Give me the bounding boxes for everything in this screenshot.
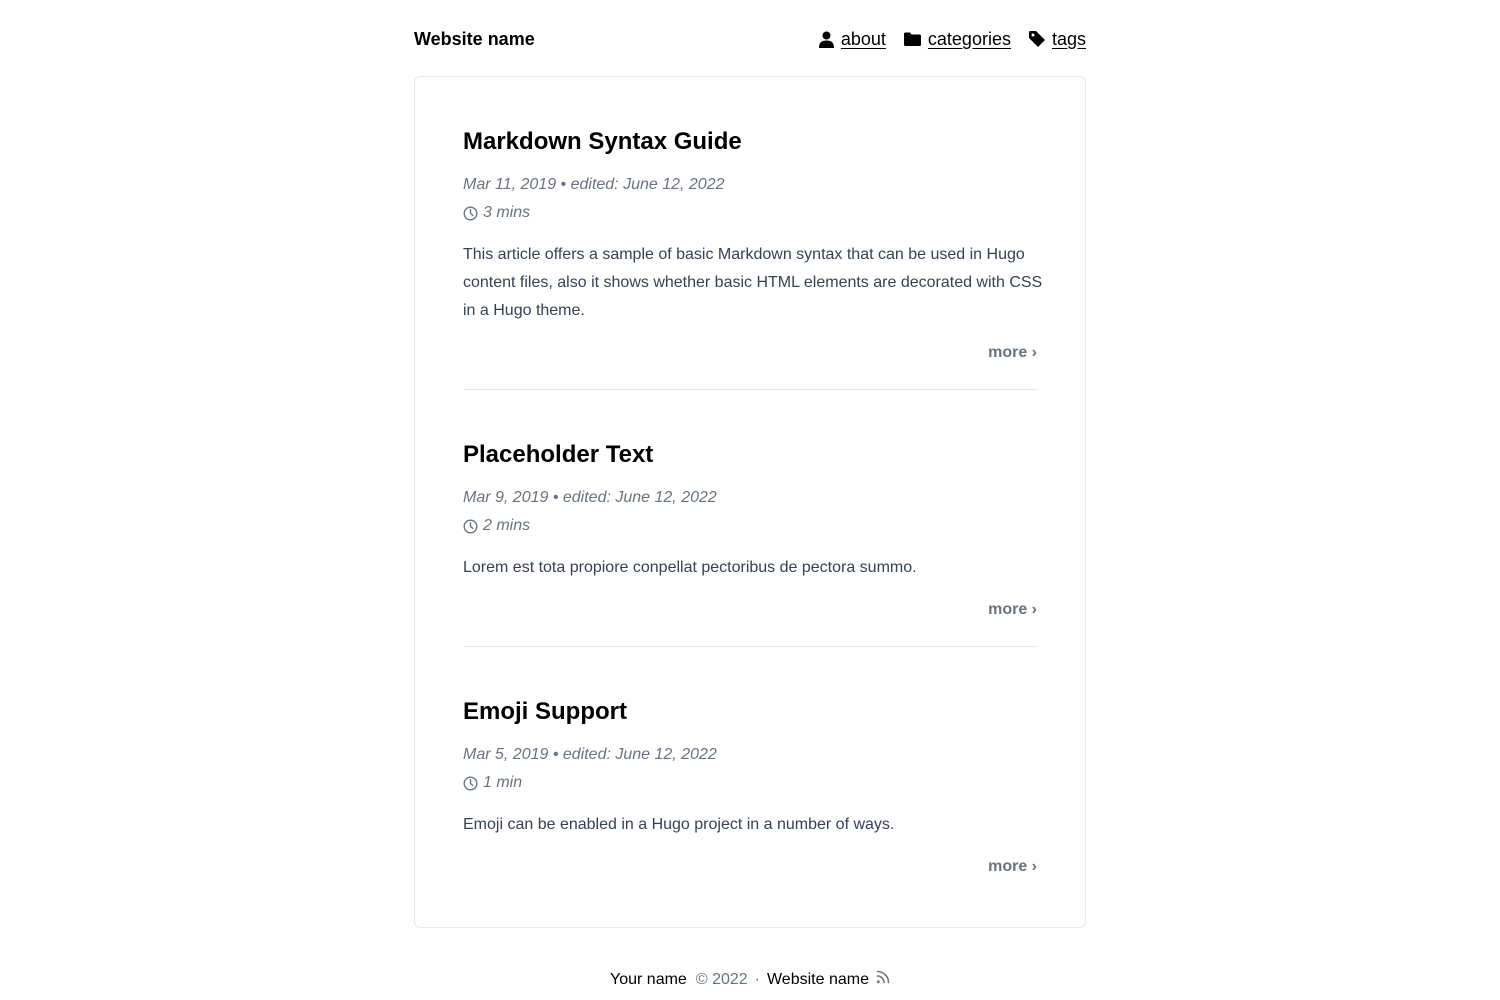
page: Website name about categories tags Markd… (0, 0, 1500, 1000)
footer-site-link[interactable]: Website name (767, 968, 869, 992)
post-summary: This article offers a sample of basic Ma… (463, 246, 1043, 319)
post-list-card: Markdown Syntax Guide Mar 11, 2019 • edi… (414, 76, 1086, 928)
post-date: Mar 5, 2019 • edited: June 12, 2022 (463, 746, 717, 763)
post-date: Mar 9, 2019 • edited: June 12, 2022 (463, 489, 717, 506)
post-summary: Lorem est tota propiore conpellat pector… (463, 559, 917, 576)
footer-author-link[interactable]: Your name (610, 968, 687, 992)
post-title[interactable]: Markdown Syntax Guide (463, 127, 742, 157)
footer-copyright: © 2022 (695, 971, 748, 988)
more-link[interactable]: more › (988, 343, 1037, 363)
clock-icon (463, 206, 478, 220)
main-nav: about categories tags (801, 29, 1086, 50)
user-icon (818, 31, 834, 48)
post-read-time: 3 mins (463, 203, 530, 223)
rss-link[interactable] (876, 970, 890, 984)
nav-tags-link[interactable]: tags (1028, 28, 1086, 50)
post-title[interactable]: Emoji Support (463, 697, 627, 727)
footer-separator: · (754, 971, 760, 988)
tag-icon (1028, 31, 1045, 47)
nav-categories-link[interactable]: categories (903, 28, 1011, 50)
post-summary: Emoji can be enabled in a Hugo project i… (463, 816, 895, 833)
more-link[interactable]: more › (988, 600, 1037, 620)
post-date: Mar 11, 2019 • edited: June 12, 2022 (463, 176, 725, 193)
post-read-time: 2 mins (463, 516, 530, 536)
nav-tags-label: tags (1051, 28, 1086, 49)
clock-icon (463, 519, 478, 533)
site-header: Website name about categories tags (414, 24, 1086, 54)
more-link[interactable]: more › (988, 857, 1037, 877)
nav-about-label: about (840, 28, 886, 49)
read-time-label: 1 min (483, 774, 523, 791)
nav-categories-label: categories (927, 28, 1011, 49)
post-title[interactable]: Placeholder Text (463, 440, 653, 470)
site-name-link[interactable]: Website name (414, 29, 535, 50)
folder-icon (903, 32, 921, 46)
read-time-label: 3 mins (483, 204, 531, 221)
post-divider (463, 389, 1037, 390)
post-read-time: 1 min (463, 773, 522, 793)
post-divider (463, 646, 1037, 647)
site-footer: Your name © 2022 · Website name (0, 968, 1500, 992)
read-time-label: 2 mins (483, 517, 531, 534)
rss-icon (876, 970, 890, 984)
nav-about-link[interactable]: about (818, 28, 886, 50)
clock-icon (463, 776, 478, 790)
